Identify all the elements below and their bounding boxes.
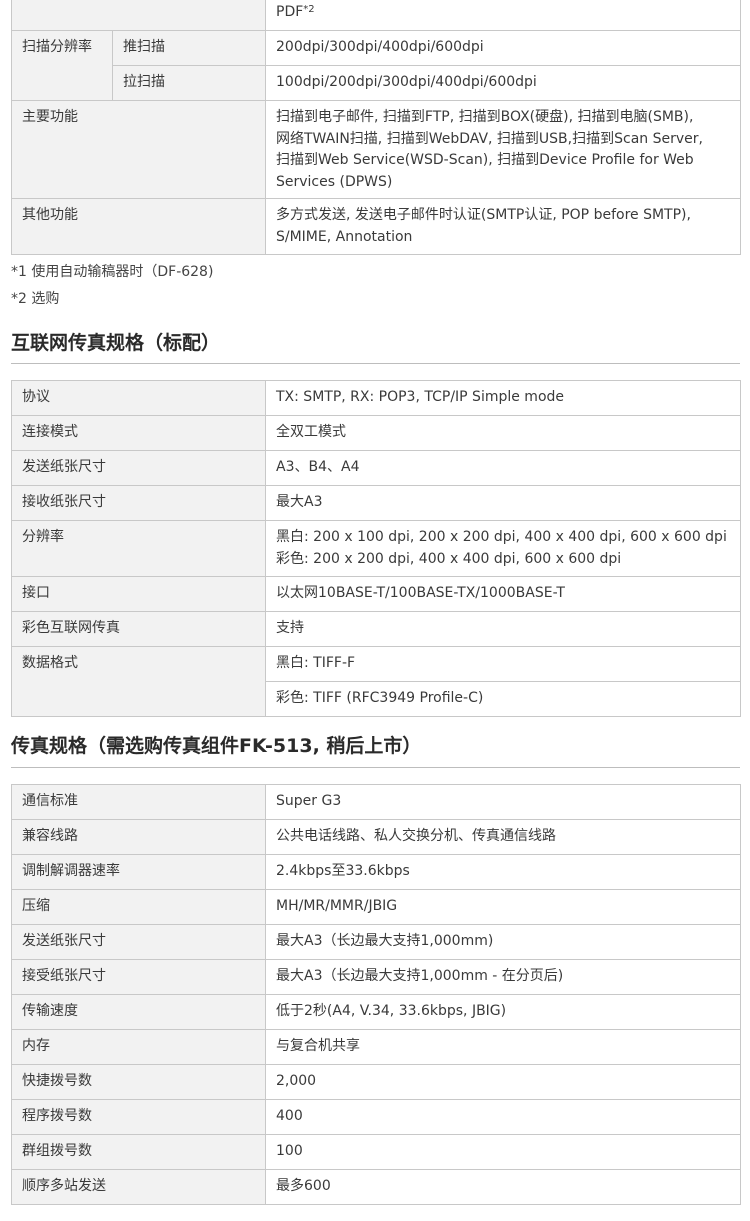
- table-row: 程序拨号数 400: [11, 1099, 741, 1135]
- row-value: 最大A3（长边最大支持1,000mm): [265, 924, 741, 960]
- row-value: PDF*2: [265, 0, 741, 31]
- table-row: 主要功能 扫描到电子邮件, 扫描到FTP, 扫描到BOX(硬盘), 扫描到电脑(…: [11, 100, 741, 199]
- table-row: 快捷拨号数 2,000: [11, 1064, 741, 1100]
- row-value: 全双工模式: [265, 415, 741, 451]
- row-label: 彩色互联网传真: [11, 611, 266, 647]
- row-label: 接收纸张尺寸: [11, 485, 266, 521]
- table-row: 接口 以太网10BASE-T/100BASE-TX/1000BASE-T: [11, 576, 741, 612]
- table-row: 兼容线路 公共电话线路、私人交换分机、传真通信线路: [11, 819, 741, 855]
- table-row: 接受纸张尺寸 最大A3（长边最大支持1,000mm - 在分页后): [11, 959, 741, 995]
- table-row: 接收纸张尺寸 最大A3: [11, 485, 741, 521]
- table-row: 压缩 MH/MR/MMR/JBIG: [11, 889, 741, 925]
- row-value: 支持: [265, 611, 741, 647]
- row-label: 程序拨号数: [11, 1099, 266, 1135]
- row-value: 2.4kbps至33.6kbps: [265, 854, 741, 890]
- row-sublabel: 拉扫描: [112, 65, 266, 101]
- row-sublabel: 推扫描: [112, 30, 266, 66]
- row-label: 内存: [11, 1029, 266, 1065]
- row-value: 以太网10BASE-T/100BASE-TX/1000BASE-T: [265, 576, 741, 612]
- table-row: 群组拨号数 100: [11, 1134, 741, 1170]
- row-label: 协议: [11, 380, 266, 416]
- table-row: 通信标准 Super G3: [11, 784, 741, 820]
- table-row: 调制解调器速率 2.4kbps至33.6kbps: [11, 854, 741, 890]
- row-value: 低于2秒(A4, V.34, 33.6kbps, JBIG): [265, 994, 741, 1030]
- section-title: 传真规格（需选购传真组件FK-513, 稍后上市）: [11, 735, 422, 757]
- table-row: 分辨率 黑白: 200 x 100 dpi, 200 x 200 dpi, 400…: [11, 520, 741, 577]
- scan-spec-table: PDF*2 扫描分辨率 推扫描 200dpi/300dpi/400dpi/600…: [11, 0, 741, 255]
- section-divider: [11, 363, 740, 364]
- row-value: 400: [265, 1099, 741, 1135]
- row-value: 黑白: 200 x 100 dpi, 200 x 200 dpi, 400 x …: [265, 520, 741, 577]
- row-label: 主要功能: [11, 100, 266, 199]
- row-value: 多方式发送, 发送电子邮件时认证(SMTP认证, POP before SMTP…: [265, 198, 741, 255]
- table-row: PDF*2: [11, 0, 741, 31]
- row-label: 压缩: [11, 889, 266, 925]
- table-row: 发送纸张尺寸 A3、B4、A4: [11, 450, 741, 486]
- internet-fax-table: 协议 TX: SMTP, RX: POP3, TCP/IP Simple mode…: [11, 380, 741, 717]
- row-label: [11, 0, 266, 31]
- table-row: 内存 与复合机共享: [11, 1029, 741, 1065]
- table-row: 拉扫描 100dpi/200dpi/300dpi/400dpi/600dpi: [12, 65, 741, 101]
- section-title: 互联网传真规格（标配）: [11, 332, 221, 354]
- row-label: 接口: [11, 576, 266, 612]
- table-row: 顺序多站发送 最多600: [11, 1169, 741, 1205]
- table-row: 彩色互联网传真 支持: [11, 611, 741, 647]
- row-value: 2,000: [265, 1064, 741, 1100]
- row-label: 数据格式: [11, 646, 266, 717]
- table-row: 数据格式 黑白: TIFF-F: [11, 646, 741, 717]
- row-value: 与复合机共享: [265, 1029, 741, 1065]
- row-value: 最多600: [265, 1169, 741, 1205]
- row-value: 100: [265, 1134, 741, 1170]
- row-label: 兼容线路: [11, 819, 266, 855]
- row-label: 分辨率: [11, 520, 266, 577]
- table-row: 连接模式 全双工模式: [11, 415, 741, 451]
- table-row: 其他功能 多方式发送, 发送电子邮件时认证(SMTP认证, POP before…: [11, 198, 741, 255]
- table-row: 发送纸张尺寸 最大A3（长边最大支持1,000mm): [11, 924, 741, 960]
- row-label: 发送纸张尺寸: [11, 450, 266, 486]
- row-label: 扫描分辨率: [11, 30, 113, 101]
- row-label: 快捷拨号数: [11, 1064, 266, 1100]
- row-value: 最大A3: [265, 485, 741, 521]
- footnote: *1 使用自动输稿器时（DF-628): [11, 264, 214, 280]
- row-label: 顺序多站发送: [11, 1169, 266, 1205]
- row-label: 群组拨号数: [11, 1134, 266, 1170]
- row-value: 200dpi/300dpi/400dpi/600dpi: [265, 30, 741, 66]
- row-label: 发送纸张尺寸: [11, 924, 266, 960]
- table-row: 传输速度 低于2秒(A4, V.34, 33.6kbps, JBIG): [11, 994, 741, 1030]
- row-value: 扫描到电子邮件, 扫描到FTP, 扫描到BOX(硬盘), 扫描到电脑(SMB),…: [265, 100, 741, 199]
- table-row: 协议 TX: SMTP, RX: POP3, TCP/IP Simple mode: [11, 380, 741, 416]
- row-value: 彩色: TIFF (RFC3949 Profile-C): [265, 681, 741, 717]
- row-value: 公共电话线路、私人交换分机、传真通信线路: [265, 819, 741, 855]
- fax-table: 通信标准 Super G3 兼容线路 公共电话线路、私人交换分机、传真通信线路 调制解调…: [11, 784, 741, 1205]
- row-label: 连接模式: [11, 415, 266, 451]
- footnote: *2 选购: [11, 291, 60, 307]
- row-label: 传输速度: [11, 994, 266, 1030]
- row-label: 其他功能: [11, 198, 266, 255]
- row-label: 接受纸张尺寸: [11, 959, 266, 995]
- row-value: 黑白: TIFF-F: [265, 646, 741, 682]
- row-value: Super G3: [265, 784, 741, 820]
- row-value: A3、B4、A4: [265, 450, 741, 486]
- row-value: 最大A3（长边最大支持1,000mm - 在分页后): [265, 959, 741, 995]
- row-label: 通信标准: [11, 784, 266, 820]
- row-value: TX: SMTP, RX: POP3, TCP/IP Simple mode: [265, 380, 741, 416]
- row-value: MH/MR/MMR/JBIG: [265, 889, 741, 925]
- row-label: 调制解调器速率: [11, 854, 266, 890]
- row-value: 100dpi/200dpi/300dpi/400dpi/600dpi: [265, 65, 741, 101]
- table-row: 扫描分辨率 推扫描 200dpi/300dpi/400dpi/600dpi: [11, 30, 741, 101]
- section-divider: [11, 767, 740, 768]
